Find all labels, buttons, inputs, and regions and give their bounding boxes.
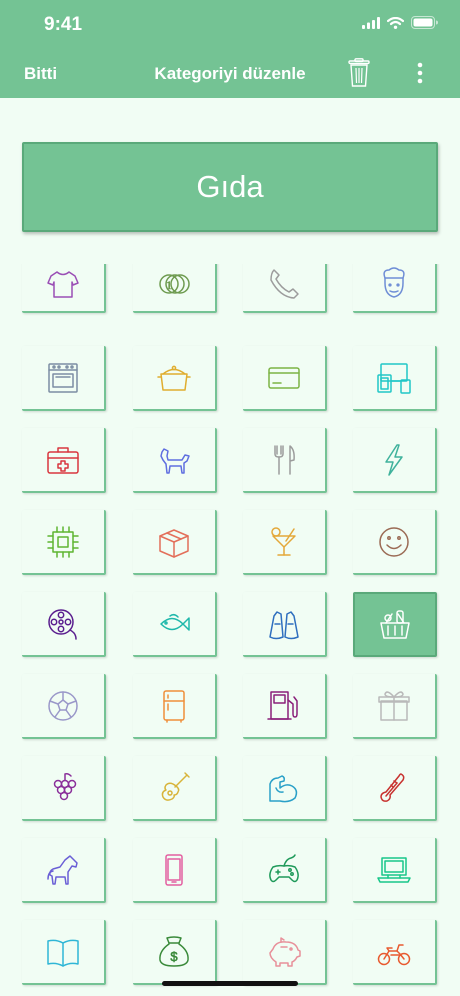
icon-tile[interactable]	[243, 838, 327, 903]
icon-tile[interactable]	[22, 346, 106, 411]
svg-text:$: $	[170, 949, 178, 964]
microchip-icon	[47, 525, 79, 558]
icon-tile[interactable]	[243, 756, 327, 821]
book-icon	[47, 939, 79, 967]
icon-tile[interactable]	[353, 920, 437, 985]
film-reel-icon	[48, 608, 77, 640]
gamepad-icon	[269, 853, 299, 882]
icon-grid: 1 $	[0, 264, 460, 996]
icon-tile[interactable]	[353, 346, 437, 411]
icon-tile[interactable]	[133, 510, 217, 575]
box-icon	[159, 528, 189, 558]
smartphone-icon	[165, 853, 183, 886]
icon-tile[interactable]	[353, 264, 437, 313]
icon-tile[interactable]	[353, 756, 437, 821]
piggy-bank-icon	[269, 936, 301, 967]
icon-tile[interactable]	[22, 264, 106, 313]
cooking-pot-icon	[157, 365, 191, 391]
first-aid-kit-icon	[47, 446, 79, 474]
motorcycle-icon	[377, 943, 411, 965]
gift-icon	[378, 690, 410, 721]
fish-icon	[160, 613, 190, 631]
grapes-icon	[53, 772, 77, 800]
icon-tile[interactable]	[133, 428, 217, 493]
icon-tile[interactable]	[133, 592, 217, 657]
horse-icon	[47, 854, 78, 885]
status-bar: 9:41	[0, 0, 460, 48]
credit-card-icon	[268, 366, 300, 389]
icon-tile[interactable]	[243, 920, 327, 985]
status-icons	[362, 16, 438, 29]
icon-tile[interactable]	[353, 510, 437, 575]
icon-tile[interactable]	[353, 592, 437, 657]
home-indicator	[162, 981, 298, 986]
icon-tile[interactable]	[243, 346, 327, 411]
icon-tile[interactable]	[22, 838, 106, 903]
lightning-icon	[385, 443, 403, 476]
cellular-signal-icon	[362, 16, 380, 29]
icon-tile[interactable]: 1	[133, 264, 217, 313]
battery-icon	[411, 16, 438, 29]
page-title: Kategoriyi düzenle	[154, 64, 306, 83]
flippers-icon	[269, 610, 299, 639]
devices-icon	[377, 362, 411, 394]
gas-pump-icon	[267, 690, 298, 720]
muscle-arm-icon	[269, 774, 298, 802]
laptop-icon	[377, 856, 411, 883]
icon-tile[interactable]	[22, 674, 106, 739]
coins-icon: 1	[159, 273, 190, 294]
status-time: 9:41	[44, 14, 83, 35]
icon-tile[interactable]	[133, 674, 217, 739]
guitar-icon	[161, 771, 190, 801]
icon-tile[interactable]	[243, 674, 327, 739]
icon-tile[interactable]	[353, 428, 437, 493]
icon-tile[interactable]	[243, 592, 327, 657]
svg-text:1: 1	[166, 278, 172, 292]
more-options-icon[interactable]	[410, 60, 430, 86]
smiley-icon	[379, 526, 409, 557]
icon-tile[interactable]	[353, 674, 437, 739]
cocktail-icon	[271, 526, 296, 556]
icon-tile[interactable]	[353, 838, 437, 903]
icon-tile[interactable]	[22, 592, 106, 657]
icon-tile[interactable]	[133, 756, 217, 821]
icon-tile[interactable]: $	[133, 920, 217, 985]
app-header: 9:41 Bitti Kategoriyi düzenle	[0, 0, 460, 98]
soccer-ball-icon	[48, 690, 78, 721]
icon-tile[interactable]	[22, 756, 106, 821]
icon-tile[interactable]	[243, 510, 327, 575]
category-name-field[interactable]: Gıda	[22, 142, 438, 232]
fridge-icon	[163, 689, 185, 723]
icon-tile[interactable]	[243, 264, 327, 313]
icon-tile[interactable]	[243, 428, 327, 493]
icon-tile[interactable]	[133, 838, 217, 903]
icon-tile[interactable]	[22, 920, 106, 985]
icon-tile[interactable]	[22, 428, 106, 493]
navigation-bar: Bitti Kategoriyi düzenle	[0, 48, 460, 98]
chef-icon	[383, 266, 405, 298]
grocery-basket-icon	[380, 609, 410, 639]
fork-knife-icon	[274, 444, 295, 475]
thermometer-icon	[380, 772, 405, 802]
phone-icon	[270, 268, 299, 299]
icon-tile[interactable]	[133, 346, 217, 411]
icon-tile[interactable]	[22, 510, 106, 575]
tshirt-icon	[47, 270, 79, 298]
money-bag-icon: $	[159, 935, 189, 967]
dog-icon	[160, 447, 190, 474]
trash-icon[interactable]	[346, 58, 372, 88]
wifi-icon	[387, 16, 404, 29]
category-name-text: Gıda	[196, 169, 264, 204]
stove-icon	[48, 362, 78, 393]
